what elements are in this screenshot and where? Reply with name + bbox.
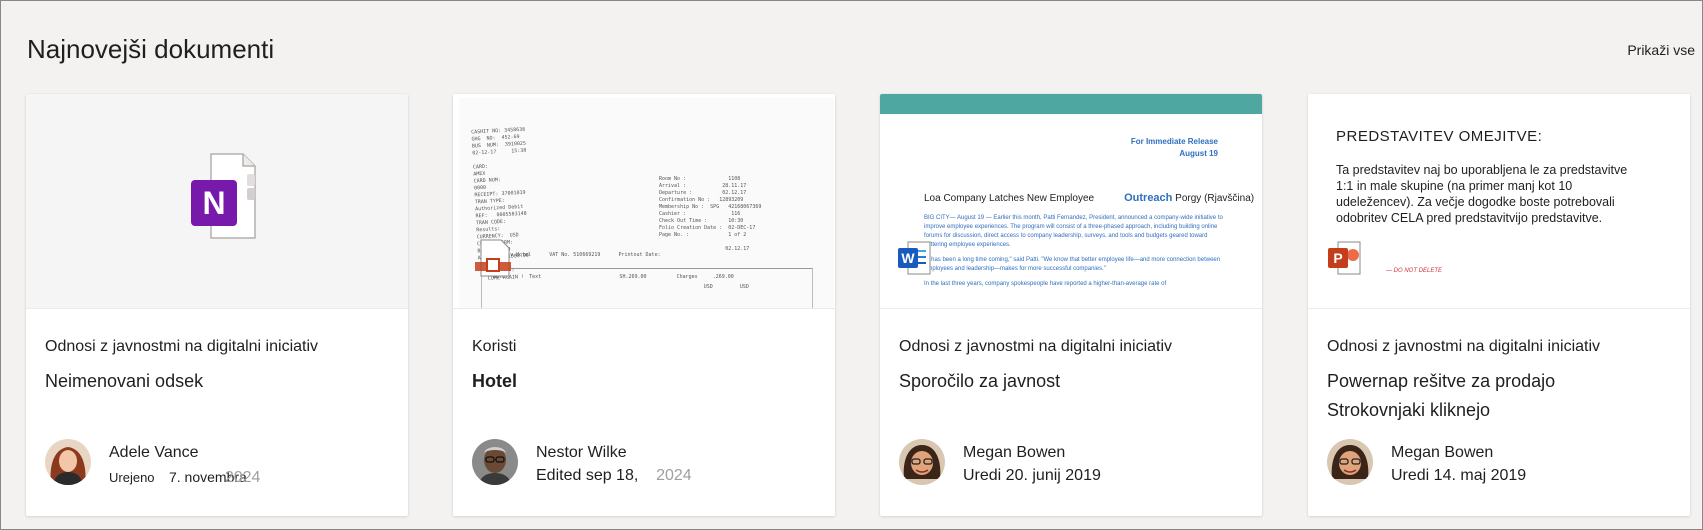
press-release-date: For Immediate Release August 19 xyxy=(1130,137,1218,158)
section-title: Najnovejši dokumenti xyxy=(27,34,275,64)
document-card[interactable]: For Immediate Release August 19 Loa Comp… xyxy=(880,94,1262,516)
edited-date: Uredi 20. junij 2019 xyxy=(963,467,1101,484)
svg-text:N: N xyxy=(202,185,225,221)
avatar xyxy=(899,439,945,485)
word-icon: W xyxy=(898,241,931,275)
onenote-icon: N xyxy=(191,153,256,239)
svg-text:W: W xyxy=(901,250,915,266)
notebook-name: Odnosi z javnostmi na digitalni iniciati… xyxy=(45,338,319,355)
document-title-line: Hotel xyxy=(472,371,517,391)
edited-date: Urejeno 7. novembra2024 xyxy=(109,469,261,486)
slide-note: — DO NOT DELETE xyxy=(1386,268,1443,274)
avatar xyxy=(45,439,91,485)
show-all-link[interactable]: Prikaži vse xyxy=(1627,42,1695,58)
document-title[interactable]: Powernap rešitve za prodajo Strokovnjaki… xyxy=(1327,367,1677,425)
document-thumbnail: CASHIT NO: 3458636 GHG NO: 452-69 BUS NU… xyxy=(453,94,835,308)
document-title[interactable]: Hotel xyxy=(472,367,822,396)
slide-body: Ta predstavitev naj bo uporabljena le za… xyxy=(1336,163,1628,225)
svg-text:P: P xyxy=(1333,250,1342,266)
avatar xyxy=(1327,439,1373,485)
receipt-icon xyxy=(475,239,511,277)
avatar xyxy=(472,439,518,485)
document-thumbnail: N xyxy=(26,94,408,308)
card-divider xyxy=(26,308,408,309)
author-name: Megan Bowen xyxy=(1391,444,1494,461)
author-name: Megan Bowen xyxy=(963,444,1066,461)
document-title-line: Neimenovani odsek xyxy=(45,371,204,391)
document-card[interactable]: CASHIT NO: 3458636 GHG NO: 452-69 BUS NU… xyxy=(453,94,835,516)
document-title-line: Powernap rešitve za prodajo xyxy=(1327,371,1556,391)
edited-date: Uredi 14. maj 2019 xyxy=(1391,467,1527,484)
author-name: Nestor Wilke xyxy=(536,444,627,461)
document-title-line: Strokovnjaki kliknejo xyxy=(1327,400,1491,420)
document-thumbnail: PREDSTAVITEV OMEJITVE: Ta predstavitev n… xyxy=(1308,94,1690,308)
notebook-name: Odnosi z javnostmi na digitalni iniciati… xyxy=(899,338,1173,355)
edited-date: Edited sep 18, 2024 xyxy=(536,467,692,484)
slide-title: PREDSTAVITEV OMEJITVE: xyxy=(1336,128,1543,145)
press-release-headline: Loa Company Latches New Employee Outreach… xyxy=(924,192,1255,204)
author-name: Adele Vance xyxy=(109,444,199,461)
card-divider xyxy=(1308,308,1690,309)
notebook-name: Koristi xyxy=(472,338,517,355)
powerpoint-icon: P xyxy=(1328,241,1361,275)
card-divider xyxy=(880,308,1262,309)
document-title[interactable]: Neimenovani odsek xyxy=(45,367,395,396)
document-thumbnail: For Immediate Release August 19 Loa Comp… xyxy=(880,94,1262,308)
document-title[interactable]: Sporočilo za javnost xyxy=(899,367,1249,396)
card-divider xyxy=(453,308,835,309)
document-title-line: Sporočilo za javnost xyxy=(899,371,1061,391)
document-header-bar xyxy=(880,94,1262,114)
notebook-name: Odnosi z javnostmi na digitalni iniciati… xyxy=(1327,338,1601,355)
document-card[interactable]: PREDSTAVITEV OMEJITVE: Ta predstavitev n… xyxy=(1308,94,1690,516)
receipt-image: CASHIT NO: 3458636 GHG NO: 452-69 BUS NU… xyxy=(459,98,834,308)
document-card[interactable]: N Odnosi z javnostmi na digitalni inicia… xyxy=(26,94,408,516)
